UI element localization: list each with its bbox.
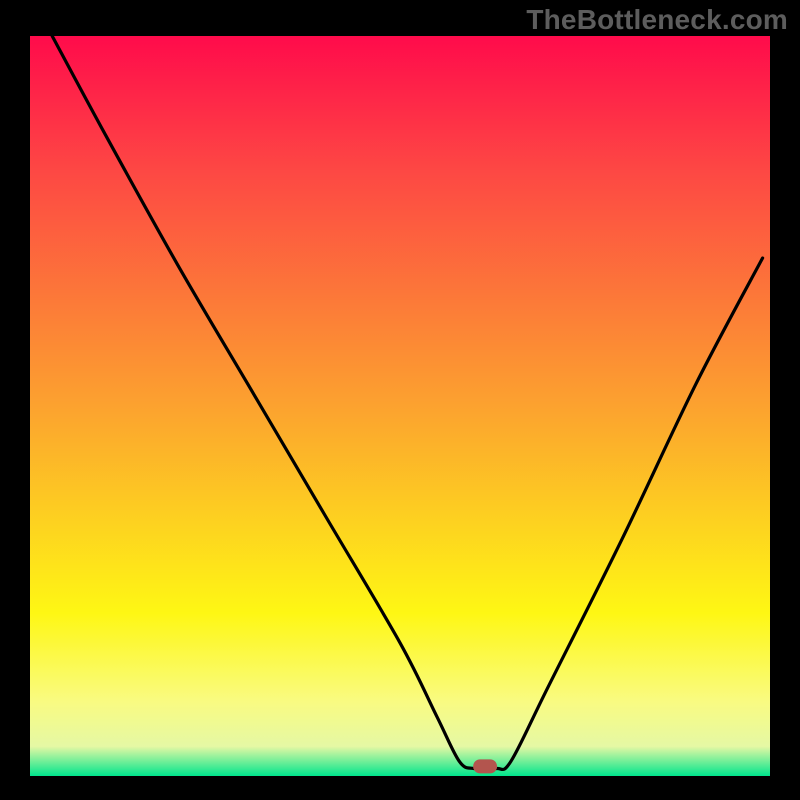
watermark-text: TheBottleneck.com — [526, 4, 788, 36]
plot-background — [30, 36, 770, 776]
chart-svg — [0, 0, 800, 800]
optimal-point-marker — [473, 759, 497, 773]
chart-frame: TheBottleneck.com — [0, 0, 800, 800]
